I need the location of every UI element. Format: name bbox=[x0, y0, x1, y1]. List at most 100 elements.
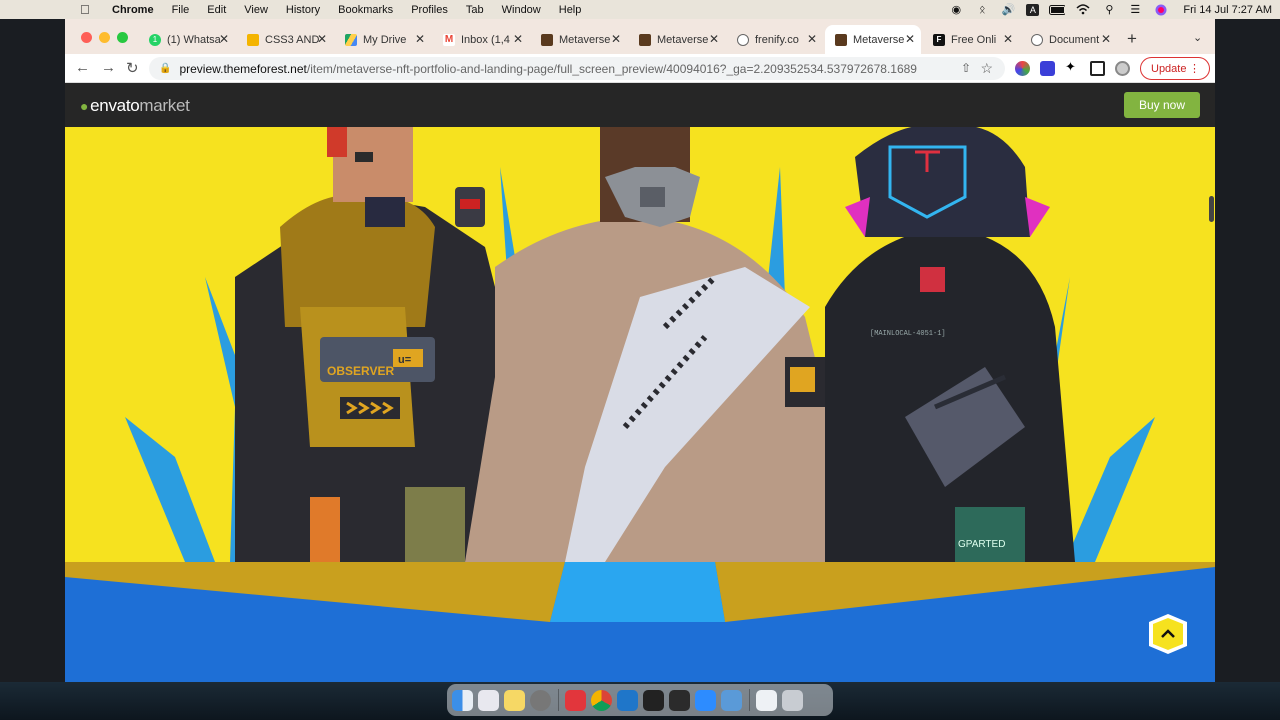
hooded-chest-text: [MAINLOCAL-4051-1] bbox=[870, 330, 946, 338]
page-viewport: ● envato market Buy now OBSERVER u= [MAI… bbox=[65, 83, 1215, 682]
tab-document[interactable]: Document ✕ bbox=[1021, 25, 1117, 54]
colorpicker-extension-icon[interactable] bbox=[1015, 61, 1030, 76]
battery-icon[interactable] bbox=[1049, 4, 1066, 16]
tab-metaverse-active[interactable]: Metaverse ✕ bbox=[825, 25, 921, 54]
hero-illustration: OBSERVER u= [MAINLOCAL-4051-1] GPARTED bbox=[65, 127, 1215, 682]
tab-search-chevron-icon[interactable]: ⌄ bbox=[1193, 31, 1202, 44]
tab-whatsapp[interactable]: 1 (1) Whatsapp ✕ bbox=[139, 25, 235, 54]
macos-dock bbox=[447, 684, 833, 716]
apple-menu-icon[interactable]:  bbox=[80, 2, 94, 17]
url-host: preview.themeforest.net bbox=[179, 61, 307, 76]
trash-icon[interactable] bbox=[782, 689, 803, 711]
tab-close-icon[interactable]: ✕ bbox=[1101, 32, 1111, 46]
extension-badge-icon[interactable] bbox=[1040, 61, 1055, 76]
tab-frenify[interactable]: frenify.co ✕ bbox=[727, 25, 823, 54]
buy-now-button[interactable]: Buy now bbox=[1124, 92, 1200, 118]
tab-metaverse-1[interactable]: Metaverse ✕ bbox=[531, 25, 627, 54]
menu-bookmarks[interactable]: Bookmarks bbox=[338, 4, 393, 16]
anydesk-icon[interactable] bbox=[565, 689, 586, 711]
menu-profiles[interactable]: Profiles bbox=[411, 4, 448, 16]
volume-icon[interactable]: 🔊 bbox=[1000, 4, 1016, 16]
tab-title: Metaverse bbox=[657, 33, 709, 46]
menu-tab[interactable]: Tab bbox=[466, 4, 484, 16]
elephant-status-icon[interactable]: ◉ bbox=[948, 4, 964, 16]
tableplus-icon[interactable] bbox=[721, 689, 742, 711]
tab-close-icon[interactable]: ✕ bbox=[513, 32, 523, 46]
address-bar[interactable]: 🔒 preview.themeforest.net /item/metavers… bbox=[149, 57, 1005, 80]
chrome-window: 1 (1) Whatsapp ✕ CSS3 AND ✕ My Drive ✕ M… bbox=[65, 19, 1215, 682]
tab-close-icon[interactable]: ✕ bbox=[219, 32, 229, 46]
system-preferences-icon[interactable] bbox=[530, 689, 551, 711]
globe-icon bbox=[737, 33, 749, 46]
bluetooth-icon[interactable]: ᛟ bbox=[974, 4, 990, 16]
tab-css3[interactable]: CSS3 AND ✕ bbox=[237, 25, 333, 54]
menu-file[interactable]: File bbox=[172, 4, 190, 16]
back-arrow-icon[interactable]: ← bbox=[75, 59, 90, 76]
bookmark-star-icon[interactable]: ☆ bbox=[980, 60, 993, 77]
menu-window[interactable]: Window bbox=[502, 4, 541, 16]
new-tab-icon[interactable]: + bbox=[1127, 29, 1137, 49]
extensions-puzzle-icon[interactable]: ✦ bbox=[1065, 59, 1080, 74]
wifi-icon[interactable] bbox=[1075, 4, 1091, 16]
menu-view[interactable]: View bbox=[244, 4, 268, 16]
side-panel-icon[interactable] bbox=[1090, 61, 1105, 76]
tab-my-drive[interactable]: My Drive ✕ bbox=[335, 25, 431, 54]
finder-icon[interactable] bbox=[452, 689, 473, 711]
tab-close-icon[interactable]: ✕ bbox=[317, 32, 327, 46]
piano-icon[interactable] bbox=[669, 689, 690, 711]
share-icon[interactable]: ⇧ bbox=[961, 61, 971, 75]
downloads-stack-icon[interactable] bbox=[756, 689, 777, 711]
launchpad-icon[interactable] bbox=[478, 689, 499, 711]
menu-help[interactable]: Help bbox=[559, 4, 582, 16]
lock-icon[interactable]: 🔒 bbox=[159, 63, 171, 74]
macos-menu-bar:  Chrome File Edit View History Bookmark… bbox=[0, 0, 1280, 19]
more-options-icon[interactable]: ⋮ bbox=[1189, 62, 1200, 75]
tab-title: frenify.co bbox=[755, 33, 799, 46]
profile-avatar[interactable] bbox=[1115, 61, 1130, 76]
hooded-bag-text: GPARTED bbox=[958, 539, 1005, 550]
reload-icon[interactable]: ↻ bbox=[126, 59, 139, 77]
tab-free-online[interactable]: F Free Onli ✕ bbox=[923, 25, 1019, 54]
tab-close-icon[interactable]: ✕ bbox=[1003, 32, 1013, 46]
tab-close-icon[interactable]: ✕ bbox=[905, 32, 915, 46]
tab-close-icon[interactable]: ✕ bbox=[709, 32, 719, 46]
logo-market-text: market bbox=[139, 96, 190, 115]
scroll-to-top-button[interactable] bbox=[1149, 614, 1187, 654]
chrome-icon[interactable] bbox=[591, 689, 612, 711]
vscode-icon[interactable] bbox=[617, 689, 638, 711]
tab-title: Metaverse bbox=[853, 33, 905, 46]
update-chrome-button[interactable]: Update ⋮ bbox=[1140, 57, 1210, 80]
gmail-icon: M bbox=[443, 33, 455, 46]
tab-gmail-inbox[interactable]: M Inbox (1,4 ✕ bbox=[433, 25, 529, 54]
close-window-button[interactable] bbox=[81, 32, 92, 43]
tab-title: Inbox (1,4 bbox=[461, 33, 510, 46]
maximize-window-button[interactable] bbox=[117, 32, 128, 43]
dock-separator bbox=[749, 689, 750, 711]
tab-close-icon[interactable]: ✕ bbox=[415, 32, 425, 46]
metaverse-favicon bbox=[541, 33, 553, 46]
menu-app-name[interactable]: Chrome bbox=[112, 4, 154, 16]
notes-icon[interactable] bbox=[504, 689, 525, 711]
menu-bar-clock[interactable]: Fri 14 Jul 7:27 AM bbox=[1183, 4, 1272, 16]
siri-icon[interactable] bbox=[1153, 4, 1169, 16]
observer-badge-text: u= bbox=[398, 354, 411, 366]
dock-separator bbox=[558, 689, 559, 711]
metaverse-favicon bbox=[639, 33, 651, 46]
envato-market-logo[interactable]: ● envato market bbox=[80, 96, 190, 116]
forward-arrow-icon[interactable]: → bbox=[101, 59, 116, 76]
tab-metaverse-2[interactable]: Metaverse ✕ bbox=[629, 25, 725, 54]
control-center-icon[interactable]: ☰ bbox=[1127, 4, 1143, 16]
terminal-icon[interactable] bbox=[643, 689, 664, 711]
tab-close-icon[interactable]: ✕ bbox=[807, 32, 817, 46]
keyboard-input-icon[interactable]: A bbox=[1026, 3, 1040, 16]
tab-title: Free Onli bbox=[951, 33, 997, 46]
page-scrollbar-thumb[interactable] bbox=[1209, 196, 1214, 222]
minimize-window-button[interactable] bbox=[99, 32, 110, 43]
spotlight-search-icon[interactable]: ⚲ bbox=[1101, 4, 1117, 16]
envato-leaf-icon: ● bbox=[80, 98, 89, 114]
envato-preview-bar: ● envato market Buy now bbox=[65, 83, 1215, 127]
menu-history[interactable]: History bbox=[286, 4, 320, 16]
menu-edit[interactable]: Edit bbox=[207, 4, 226, 16]
zoom-icon[interactable] bbox=[695, 689, 716, 711]
tab-close-icon[interactable]: ✕ bbox=[611, 32, 621, 46]
